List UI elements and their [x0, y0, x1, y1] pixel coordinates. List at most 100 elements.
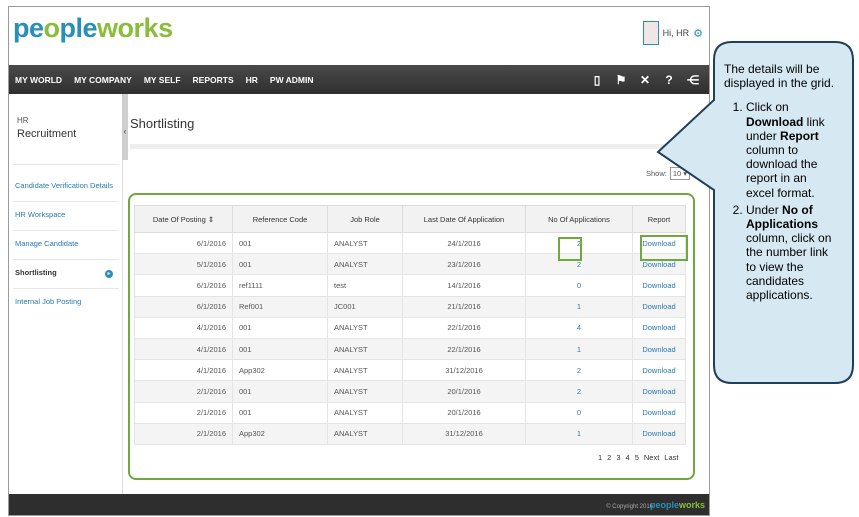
- download-link[interactable]: Download: [632, 359, 686, 382]
- sidebar-item-candidate-verification[interactable]: Candidate Verification Details: [15, 181, 113, 190]
- nav-hr[interactable]: HR: [240, 75, 264, 85]
- table-row: 2/1/2016 001 ANALYST 20/1/2016 0 Download: [134, 401, 686, 424]
- avatar[interactable]: [642, 21, 659, 45]
- cell-date-of-posting: 5/1/2016: [134, 253, 233, 276]
- divider: [13, 201, 119, 202]
- cell-job-role: ANALYST: [327, 401, 403, 424]
- table-row: 2/1/2016 App302 ANALYST 31/12/2016 1 Download: [134, 422, 686, 445]
- download-link[interactable]: Download: [632, 295, 686, 318]
- cell-reference-code: 001: [232, 316, 328, 339]
- download-link[interactable]: Download: [632, 380, 686, 403]
- applications-count-link[interactable]: 2: [525, 380, 633, 403]
- download-link[interactable]: Download: [632, 422, 686, 445]
- cell-reference-code: 001: [232, 231, 328, 255]
- column-header-no-of-applications: No Of Applications: [525, 205, 633, 233]
- show-label: Show:: [646, 169, 667, 178]
- column-header-date-of-posting[interactable]: Date Of Posting ⇕: [134, 205, 233, 233]
- applications-count-link[interactable]: 0: [525, 401, 633, 424]
- page-title: Shortlisting: [130, 116, 195, 131]
- table-row: 6/1/2016 Ref001 JC001 21/1/2016 1 Download: [134, 295, 686, 318]
- divider: [13, 259, 119, 260]
- peopleworks-logo[interactable]: peopleworks: [13, 13, 173, 44]
- applications-count-link[interactable]: 1: [525, 422, 633, 445]
- book-icon[interactable]: ▯: [585, 73, 609, 87]
- title-underline: [130, 144, 690, 149]
- sidebar-item-hr-workspace[interactable]: HR Workspace: [15, 210, 65, 219]
- sidebar-title: Recruitment: [17, 128, 77, 140]
- table-row: 2/1/2016 001 ANALYST 20/1/2016 2 Download: [134, 380, 686, 403]
- cell-reference-code: 001: [232, 253, 328, 276]
- callout-text: The details will be displayed in the gri…: [724, 62, 838, 305]
- column-header-report: Report: [632, 205, 686, 233]
- share-icon[interactable]: ⋲: [681, 73, 705, 87]
- cell-reference-code: 001: [232, 380, 328, 403]
- table-row: 4/1/2016 001 ANALYST 22/1/2016 4 Download: [134, 316, 686, 339]
- download-link[interactable]: Download: [632, 337, 686, 361]
- cell-last-date: 21/1/2016: [402, 295, 526, 318]
- nav-my-self[interactable]: MY SELF: [138, 75, 187, 85]
- download-link[interactable]: Download: [632, 274, 686, 297]
- divider: [13, 230, 119, 231]
- applications-count-link[interactable]: 4: [525, 316, 633, 339]
- page-link-2[interactable]: 2: [607, 453, 611, 462]
- page-link-1[interactable]: 1: [598, 453, 602, 462]
- sidebar-item-shortlisting[interactable]: Shortlisting: [15, 268, 57, 277]
- cell-last-date: 20/1/2016: [402, 401, 526, 424]
- divider: [13, 164, 119, 165]
- table-row: 6/1/2016 ref1111 test 14/1/2016 0 Download: [134, 274, 686, 297]
- applications-count-link[interactable]: 0: [525, 274, 633, 297]
- cell-reference-code: 001: [232, 337, 328, 361]
- cell-date-of-posting: 6/1/2016: [134, 274, 233, 297]
- cell-reference-code: App302: [232, 422, 328, 445]
- sidebar: HR Recruitment Candidate Verification De…: [9, 94, 123, 494]
- copyright-text: © Copyright 2016: [606, 504, 653, 510]
- flag-icon[interactable]: ⚑: [609, 73, 633, 87]
- user-menu[interactable]: Hi, HR ⚙: [642, 21, 703, 45]
- cell-job-role: ANALYST: [327, 359, 403, 382]
- sidebar-item-internal-job-posting[interactable]: Internal Job Posting: [15, 297, 81, 306]
- page-link-4[interactable]: 4: [626, 453, 630, 462]
- table-row: 6/1/2016 001 ANALYST 24/1/2016 2 Download: [134, 231, 686, 255]
- cell-date-of-posting: 4/1/2016: [134, 316, 233, 339]
- cell-reference-code: ref1111: [232, 274, 328, 297]
- cell-last-date: 22/1/2016: [402, 316, 526, 339]
- page-size-select[interactable]: 10 ▾: [669, 167, 691, 180]
- nav-reports[interactable]: REPORTS: [187, 75, 240, 85]
- user-greeting: Hi, HR: [662, 28, 690, 38]
- download-link[interactable]: Download: [632, 316, 686, 339]
- cell-last-date: 31/12/2016: [402, 422, 526, 445]
- page-link-3[interactable]: 3: [616, 453, 620, 462]
- sort-icon[interactable]: ⇕: [208, 215, 214, 224]
- download-link[interactable]: Download: [632, 401, 686, 424]
- top-nav: MY WORLD MY COMPANY MY SELF REPORTS HR P…: [9, 65, 709, 94]
- cell-date-of-posting: 6/1/2016: [134, 231, 233, 255]
- cell-reference-code: Ref001: [232, 295, 328, 318]
- nav-icons: ▯ ⚑ ✕ ? ⋲: [585, 65, 705, 94]
- callout-step-1: Click on Download link under Report colu…: [746, 100, 838, 199]
- cell-job-role: ANALYST: [327, 231, 403, 255]
- pagination: 1 2 3 4 5 Next Last: [598, 453, 678, 462]
- applications-count-link[interactable]: 2: [525, 359, 633, 382]
- nav-pw-admin[interactable]: PW ADMIN: [264, 75, 320, 85]
- column-header-last-date: Last Date Of Application: [402, 205, 526, 233]
- tools-icon[interactable]: ✕: [633, 73, 657, 87]
- applications-count-link[interactable]: 1: [525, 295, 633, 318]
- last-page-link[interactable]: Last: [664, 453, 678, 462]
- header: peopleworks Hi, HR ⚙: [9, 7, 709, 65]
- chevron-left-icon[interactable]: ‹: [122, 127, 128, 136]
- cell-last-date: 22/1/2016: [402, 337, 526, 361]
- sidebar-category: HR: [17, 116, 29, 125]
- table-body: 6/1/2016 001 ANALYST 24/1/2016 2 Download 5/1/…: [134, 231, 686, 445]
- nav-my-company[interactable]: MY COMPANY: [68, 75, 138, 85]
- cell-last-date: 23/1/2016: [402, 253, 526, 276]
- gear-icon[interactable]: ⚙: [693, 27, 703, 40]
- cell-date-of-posting: 4/1/2016: [134, 359, 233, 382]
- nav-my-world[interactable]: MY WORLD: [9, 75, 68, 85]
- footer-logo: peopleworks: [649, 500, 705, 510]
- page-link-5[interactable]: 5: [635, 453, 639, 462]
- sidebar-item-manage-candidate[interactable]: Manage Candidate: [15, 239, 78, 248]
- next-page-link[interactable]: Next: [644, 453, 659, 462]
- cell-reference-code: 001: [232, 401, 328, 424]
- applications-count-link[interactable]: 1: [525, 337, 633, 361]
- help-icon[interactable]: ?: [657, 73, 681, 87]
